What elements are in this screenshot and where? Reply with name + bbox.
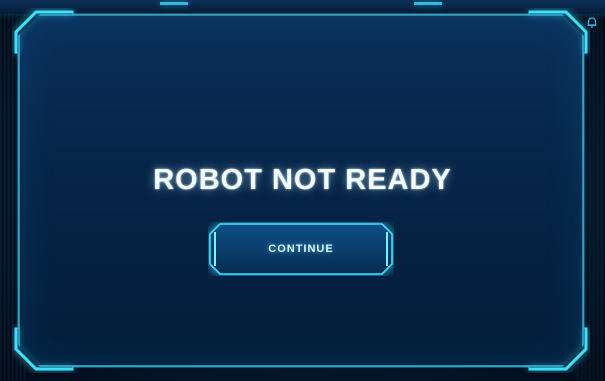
top-bar-indicator-right xyxy=(414,2,442,5)
top-bar-indicator-left xyxy=(160,2,188,5)
app-screen: ROBOT NOT READY CONTINUE xyxy=(0,0,605,381)
continue-button[interactable]: CONTINUE xyxy=(208,222,394,276)
continue-button-label: CONTINUE xyxy=(268,243,334,255)
dialog-title: ROBOT NOT READY xyxy=(153,164,452,196)
